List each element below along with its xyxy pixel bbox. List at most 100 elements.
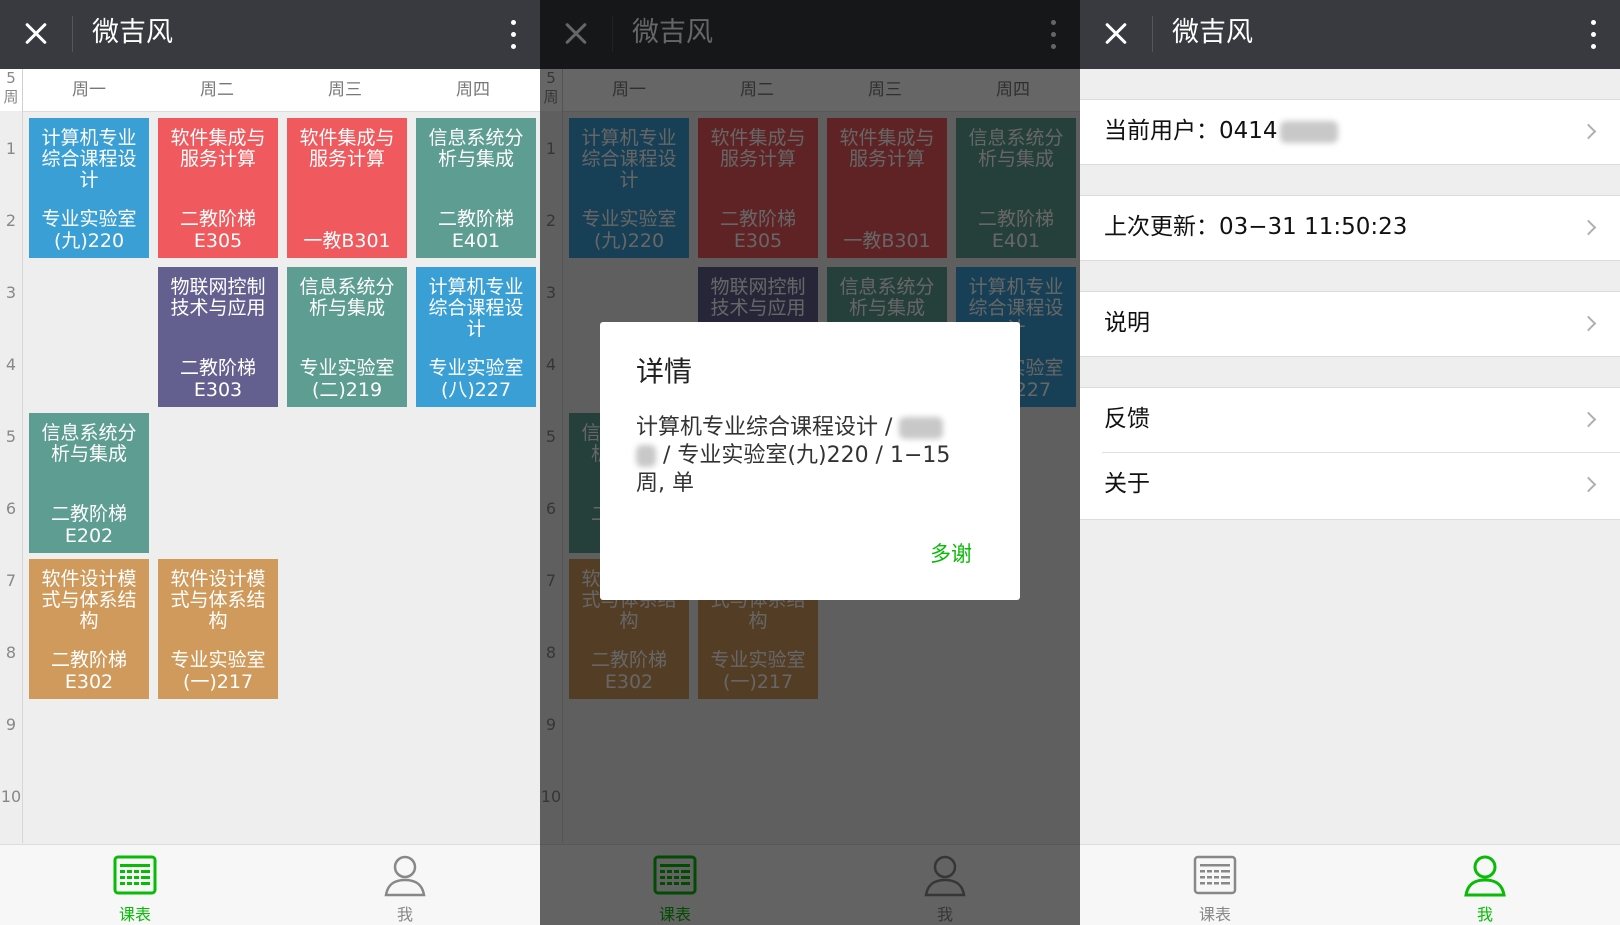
timetable-icon [1193,855,1237,895]
app-title: 微吉风 [1172,17,1253,48]
course-name: 信息系统分析与集成 [299,276,395,319]
tab-bar: 课表 我 [1080,844,1620,925]
divider [72,16,73,52]
app-title: 微吉风 [92,17,173,48]
course-block[interactable]: 软件集成与服务计算二教阶梯E305 [158,118,278,258]
timetable-icon [113,855,157,895]
course-name: 软件设计模式与体系结构 [41,568,137,632]
about-cell[interactable]: 关于 [1080,453,1620,517]
day-wednesday: 周三 [328,80,362,100]
top-bar: 微吉风 [1080,0,1620,69]
tab-me[interactable]: 我 [1350,845,1620,925]
top-bar: 微吉风 [0,0,540,69]
period-number: 6 [5,499,17,518]
current-user-cell[interactable]: 当前用户：0414 [1080,99,1620,165]
course-room: 二教阶梯E401 [437,208,514,252]
chevron-right-icon [1580,476,1597,493]
instructions-cell[interactable]: 说明 [1080,291,1620,357]
course-block[interactable]: 物联网控制技术与应用二教阶梯E303 [158,267,278,407]
day-tuesday: 周二 [200,80,234,100]
course-name: 计算机专业综合课程设计 [428,276,524,340]
tab-schedule[interactable]: 课表 [0,845,270,925]
tab-me-label: 我 [396,905,413,924]
feedback-about-group: 反馈 关于 [1080,387,1620,520]
week-number: 5 [6,69,16,87]
period-number: 3 [5,283,17,302]
week-unit: 周 [3,88,19,106]
day-monday: 周一 [72,80,106,100]
current-user-label: 当前用户：0414 [1104,118,1278,144]
course-room: 二教阶梯E303 [179,357,256,401]
dialog-line-3: 周, 单 [636,471,694,496]
dialog-line-2: / 专业实验室(九)220 / 1−15 [663,443,951,468]
instructions-label: 说明 [1104,310,1150,336]
feedback-cell[interactable]: 反馈 [1080,388,1620,452]
user-icon [1464,855,1506,897]
schedule-detail-screen: 微吉风 5周 周一 周二 周三 周四 12345678910 计算机专业综合课程… [540,0,1080,925]
course-block[interactable]: 计算机专业综合课程设计专业实验室(八)227 [416,267,536,407]
period-number: 5 [5,427,17,446]
dialog-title: 详情 [636,355,693,388]
course-block[interactable]: 计算机专业综合课程设计专业实验室(九)220 [29,118,149,258]
tab-bar: 课表 我 [0,844,540,925]
more-icon[interactable] [1586,18,1600,52]
period-number: 10 [0,787,22,806]
course-name: 计算机专业综合课程设计 [41,127,137,191]
dialog-body: 计算机专业综合课程设计 / / 专业实验室(九)220 / 1−15 周, 单 [636,414,976,498]
course-block[interactable]: 信息系统分析与集成二教阶梯E202 [29,413,149,553]
period-column: 1 2 3 4 5 6 7 8 9 10 [0,111,23,843]
chevron-right-icon [1580,123,1597,140]
course-name: 信息系统分析与集成 [428,127,524,170]
detail-dialog: 详情 计算机专业综合课程设计 / / 专业实验室(九)220 / 1−15 周,… [600,322,1020,600]
period-number: 7 [5,571,17,590]
period-number: 8 [5,643,17,662]
course-block[interactable]: 软件集成与服务计算一教B301 [287,118,407,258]
divider [1152,16,1153,52]
redacted-text [1279,120,1338,143]
more-icon[interactable] [506,18,520,52]
profile-screen: 微吉风 当前用户：0414 上次更新：03−31 11:50:23 说明 反馈 … [1080,0,1620,925]
day-thursday: 周四 [456,80,490,100]
period-number: 1 [5,139,17,158]
course-block[interactable]: 软件设计模式与体系结构专业实验室(一)217 [158,559,278,699]
feedback-label: 反馈 [1104,406,1150,432]
period-number: 4 [5,355,17,374]
course-room: 专业实验室(一)217 [170,649,266,693]
schedule-screen: 微吉风 5周 周一 周二 周三 周四 1 2 3 4 5 6 7 8 9 10 计算机专业综合课程… [0,0,540,925]
course-name: 软件集成与服务计算 [299,127,395,170]
course-block[interactable]: 信息系统分析与集成专业实验室(二)219 [287,267,407,407]
course-room: 专业实验室(二)219 [299,357,395,401]
week-indicator[interactable]: 5周 [0,69,23,111]
period-number: 9 [5,715,17,734]
course-name: 软件设计模式与体系结构 [170,568,266,632]
close-icon[interactable] [18,16,54,52]
tab-schedule-label: 课表 [1198,905,1231,924]
course-room: 二教阶梯E202 [50,503,127,547]
last-update-cell[interactable]: 上次更新：03−31 11:50:23 [1080,195,1620,261]
close-icon[interactable] [1098,16,1134,52]
redacted-text [636,445,656,467]
course-room: 二教阶梯E302 [50,649,127,693]
day-header: 5周 周一 周二 周三 周四 [0,69,540,112]
period-number: 2 [5,211,17,230]
chevron-right-icon [1580,411,1597,428]
chevron-right-icon [1580,219,1597,236]
user-icon [384,855,426,897]
tab-me[interactable]: 我 [270,845,540,925]
tab-me-label: 我 [1476,905,1493,924]
course-name: 物联网控制技术与应用 [170,276,266,319]
course-room: 二教阶梯E305 [179,208,256,252]
course-block[interactable]: 软件设计模式与体系结构二教阶梯E302 [29,559,149,699]
course-name: 信息系统分析与集成 [41,422,137,465]
course-room: 一教B301 [303,230,391,252]
redacted-text [899,417,944,439]
tab-schedule[interactable]: 课表 [1080,845,1350,925]
chevron-right-icon [1580,315,1597,332]
last-update-label: 上次更新：03−31 11:50:23 [1104,214,1408,240]
course-block[interactable]: 信息系统分析与集成二教阶梯E401 [416,118,536,258]
tab-schedule-label: 课表 [118,905,151,924]
thanks-button[interactable]: 多谢 [930,538,972,568]
course-name: 软件集成与服务计算 [170,127,266,170]
about-label: 关于 [1104,471,1150,497]
course-room: 专业实验室(九)220 [41,208,137,252]
